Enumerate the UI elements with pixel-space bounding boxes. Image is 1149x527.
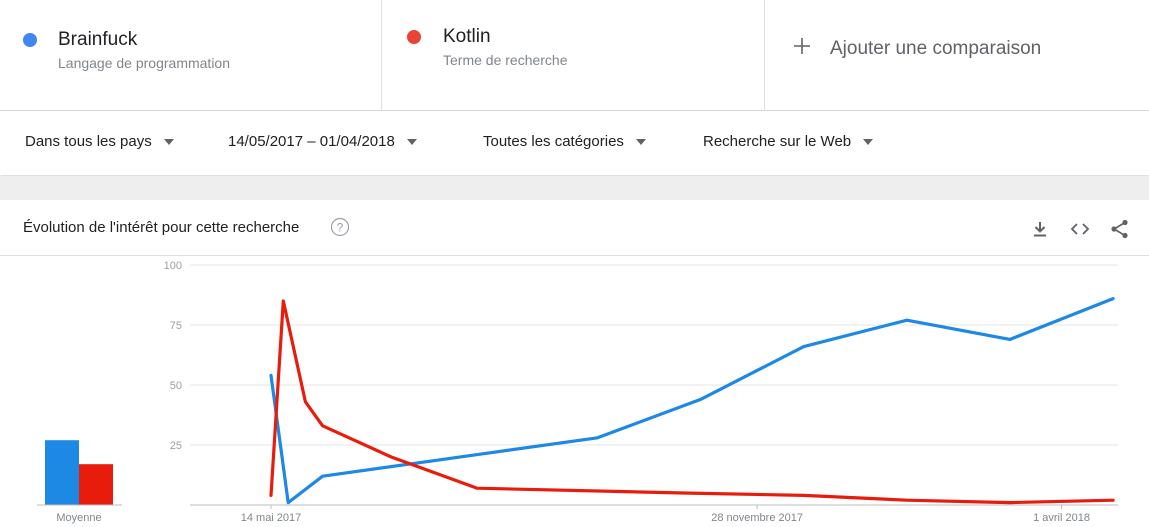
y-tick-label: 25 xyxy=(170,440,182,452)
x-tick-label: 28 novembre 2017 xyxy=(711,512,803,524)
date-range-label: 14/05/2017 – 01/04/2018 xyxy=(228,133,395,150)
search-type-dropdown[interactable]: Recherche sur le Web xyxy=(703,133,874,150)
category-dropdown[interactable]: Toutes les catégories xyxy=(483,133,646,150)
category-label: Toutes les catégories xyxy=(483,133,624,150)
share-icon[interactable] xyxy=(1109,218,1131,240)
date-range-dropdown[interactable]: 14/05/2017 – 01/04/2018 xyxy=(228,133,417,150)
average-label: Moyenne xyxy=(56,512,101,524)
card-header: Évolution de l'intérêt pour cette recher… xyxy=(0,200,1149,256)
comparison-terms: Brainfuck Langage de programmation Kotli… xyxy=(0,0,1149,111)
term-color-dot xyxy=(407,30,421,44)
help-circle-icon[interactable]: ? xyxy=(330,217,350,237)
chevron-down-icon xyxy=(863,138,874,145)
interest-over-time-card: Évolution de l'intérêt pour cette recher… xyxy=(0,200,1149,527)
search-type-label: Recherche sur le Web xyxy=(703,133,852,150)
term-name: Brainfuck xyxy=(58,29,138,50)
download-icon[interactable] xyxy=(1029,218,1051,240)
y-tick-label: 50 xyxy=(170,380,182,392)
term-color-dot xyxy=(23,33,37,47)
y-tick-label: 100 xyxy=(164,260,182,272)
filter-bar: Dans tous les pays 14/05/2017 – 01/04/20… xyxy=(0,111,1149,175)
add-comparison-button[interactable]: Ajouter une comparaison xyxy=(766,0,1149,110)
term-name: Kotlin xyxy=(443,26,491,47)
average-bar-brainfuck xyxy=(45,440,79,505)
country-dropdown[interactable]: Dans tous les pays xyxy=(25,133,174,150)
chevron-down-icon xyxy=(635,138,646,145)
x-tick-label: 1 avril 2018 xyxy=(1033,512,1090,524)
interest-line-chart: 100 75 50 25 14 mai 2017 28 novembre 2017 1 av… xyxy=(37,260,1118,524)
embed-code-icon[interactable] xyxy=(1069,218,1091,240)
y-tick-label: 75 xyxy=(170,320,182,332)
x-tick-label: 14 mai 2017 xyxy=(241,512,302,524)
card-title: Évolution de l'intérêt pour cette recher… xyxy=(23,219,300,236)
term-type: Langage de programmation xyxy=(58,55,231,71)
term-card-kotlin[interactable]: Kotlin Terme de recherche xyxy=(383,0,765,110)
country-label: Dans tous les pays xyxy=(25,133,152,150)
add-comparison-label[interactable]: Ajouter une comparaison xyxy=(830,38,1041,60)
plus-icon[interactable] xyxy=(792,36,812,56)
series-line-brainfuck xyxy=(269,297,1115,505)
chevron-down-icon xyxy=(163,138,174,145)
section-divider xyxy=(0,176,1149,200)
svg-text:?: ? xyxy=(337,220,344,234)
chevron-down-icon xyxy=(406,138,417,145)
term-card-brainfuck[interactable]: Brainfuck Langage de programmation xyxy=(0,0,382,110)
term-type: Terme de recherche xyxy=(443,52,568,68)
average-bar-kotlin xyxy=(79,464,113,505)
